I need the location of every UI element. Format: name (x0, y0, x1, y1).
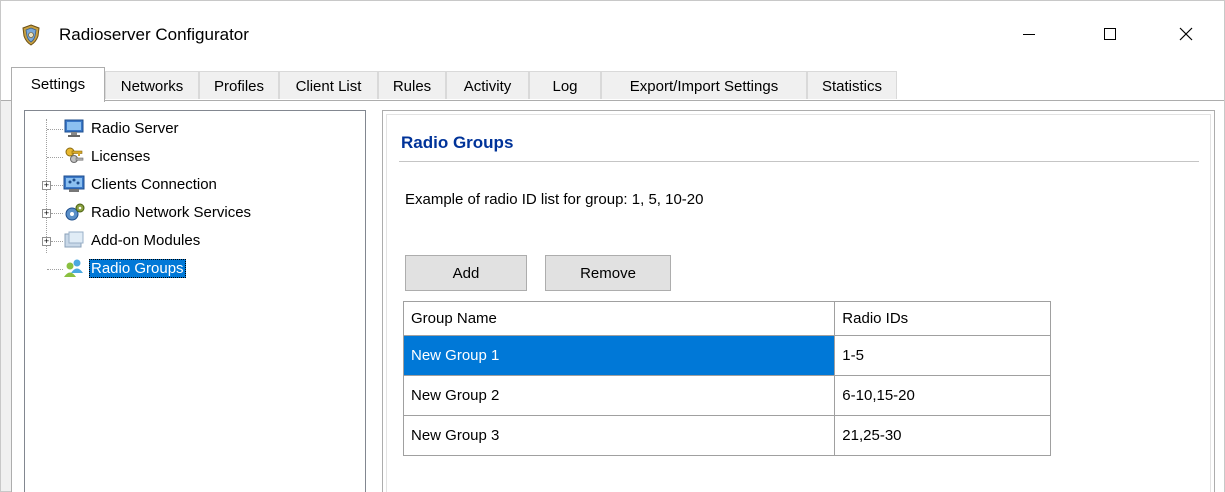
title-bar[interactable]: Radioserver Configurator (1, 1, 1224, 67)
radio-ids-cell[interactable]: 6-10,15-20 (834, 375, 1051, 416)
keys-icon (63, 146, 85, 166)
example-hint: Example of radio ID list for group: 1, 5… (405, 191, 704, 208)
tree-item-licenses[interactable]: Licenses (63, 145, 152, 167)
settings-tree[interactable]: + + + Radio Server Licenses Clients Conn… (24, 110, 366, 492)
tab-log[interactable]: Log (529, 71, 601, 99)
table-row[interactable]: New Group 3 21,25-30 (402, 415, 1051, 456)
expand-radio-network-services-icon[interactable]: + (42, 209, 51, 218)
tree-connector (51, 213, 63, 214)
tree-item-label: Radio Server (91, 119, 179, 137)
app-window: Radioserver Configurator Settings Networ… (0, 0, 1225, 492)
expand-clients-connection-icon[interactable]: + (42, 181, 51, 190)
close-button[interactable] (1148, 1, 1224, 67)
tree-item-label: Clients Connection (91, 175, 217, 193)
tree-connector (47, 157, 63, 158)
table-header-row: Group Name Radio IDs (402, 301, 1051, 336)
remove-button[interactable]: Remove (545, 255, 671, 291)
radio-groups-table: Group Name Radio IDs New Group 1 1-5 New… (402, 301, 1051, 456)
radio-ids-cell[interactable]: 21,25-30 (834, 415, 1051, 456)
radio-groups-panel: Radio Groups Example of radio ID list fo… (382, 110, 1215, 492)
tree-connector (47, 269, 63, 270)
column-header-radio-ids[interactable]: Radio IDs (834, 301, 1051, 336)
tree-item-label: Radio Network Services (91, 203, 252, 221)
modules-icon (63, 230, 85, 250)
tab-client-list[interactable]: Client List (279, 71, 378, 99)
tree-item-label: Add-on Modules (91, 231, 201, 249)
minimize-icon (1023, 34, 1035, 35)
users-group-icon (63, 258, 85, 278)
maximize-button[interactable] (1072, 1, 1148, 67)
tree-item-label: Licenses (91, 147, 151, 165)
tree-item-label: Radio Groups (89, 258, 186, 278)
table-row[interactable]: New Group 2 6-10,15-20 (402, 375, 1051, 416)
group-name-cell[interactable]: New Group 1 (402, 335, 836, 376)
tab-settings[interactable]: Settings (11, 67, 105, 102)
tree-connector (51, 185, 63, 186)
minimize-button[interactable] (991, 1, 1067, 67)
window-title: Radioserver Configurator (59, 25, 249, 44)
tab-statistics[interactable]: Statistics (807, 71, 897, 99)
app-shield-icon (20, 24, 42, 46)
services-gear-icon (63, 202, 85, 222)
panel-divider (399, 161, 1199, 162)
tree-item-radio-groups[interactable]: Radio Groups (63, 257, 186, 279)
tab-rules[interactable]: Rules (378, 71, 446, 99)
group-name-cell[interactable]: New Group 3 (402, 415, 836, 456)
tree-item-radio-network-services[interactable]: Radio Network Services (63, 201, 253, 223)
tree-item-radio-server[interactable]: Radio Server (63, 117, 181, 139)
tab-activity[interactable]: Activity (446, 71, 529, 99)
tab-export-import-settings[interactable]: Export/Import Settings (601, 71, 807, 99)
table-row[interactable]: New Group 1 1-5 (402, 335, 1051, 376)
tree-connector (47, 129, 63, 130)
tree-connector (51, 241, 63, 242)
radio-ids-cell[interactable]: 1-5 (834, 335, 1051, 376)
tab-strip: Settings Networks Profiles Client List R… (1, 67, 1224, 102)
maximize-icon (1104, 28, 1116, 40)
panel-title: Radio Groups (401, 133, 514, 152)
network-icon (63, 174, 85, 194)
expand-add-on-modules-icon[interactable]: + (42, 237, 51, 246)
close-icon (1179, 27, 1193, 41)
settings-tab-content: + + + Radio Server Licenses Clients Conn… (11, 101, 1224, 492)
tree-item-add-on-modules[interactable]: Add-on Modules (63, 229, 202, 251)
add-button[interactable]: Add (405, 255, 527, 291)
server-icon (63, 118, 85, 138)
column-header-group-name[interactable]: Group Name (402, 301, 836, 336)
group-name-cell[interactable]: New Group 2 (402, 375, 836, 416)
tab-networks[interactable]: Networks (105, 71, 199, 99)
tree-item-clients-connection[interactable]: Clients Connection (63, 173, 219, 195)
tab-profiles[interactable]: Profiles (199, 71, 279, 99)
